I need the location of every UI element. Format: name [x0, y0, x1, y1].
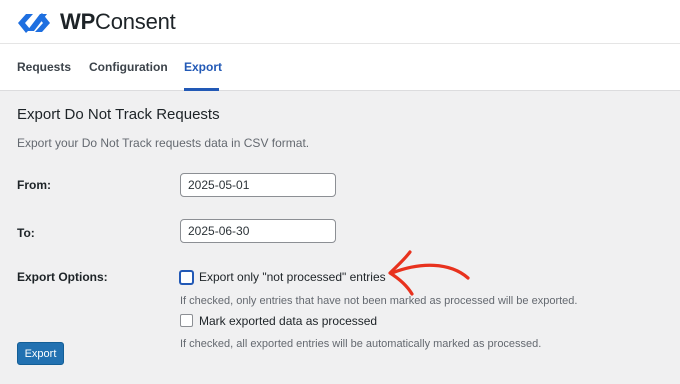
tab-bar: Requests Configuration Export — [0, 44, 680, 91]
page-description: Export your Do Not Track requests data i… — [17, 136, 310, 150]
mark-processed-help: If checked, all exported entries will be… — [180, 338, 542, 350]
not-processed-checkbox[interactable] — [180, 271, 193, 284]
export-panel: Export Do Not Track Requests Export your… — [0, 92, 680, 384]
export-options-label: Export Options: — [17, 270, 108, 284]
to-date-input[interactable] — [180, 219, 336, 243]
not-processed-help: If checked, only entries that have not b… — [180, 295, 578, 307]
not-processed-label[interactable]: Export only "not processed" entries — [199, 270, 386, 284]
tab-configuration[interactable]: Configuration — [89, 60, 168, 74]
to-label: To: — [17, 226, 35, 240]
mark-processed-checkbox[interactable] — [180, 314, 193, 327]
page-title: Export Do Not Track Requests — [17, 106, 220, 123]
export-button[interactable]: Export — [17, 342, 64, 365]
wpconsent-logo-icon — [18, 13, 50, 33]
tab-export[interactable]: Export — [184, 60, 222, 74]
mark-processed-label[interactable]: Mark exported data as processed — [199, 314, 377, 328]
from-label: From: — [17, 178, 51, 192]
active-tab-indicator — [184, 88, 219, 91]
app-header: WPConsent — [0, 0, 680, 44]
brand-name: WPConsent — [60, 9, 176, 34]
from-date-input[interactable] — [180, 173, 336, 197]
hand-drawn-arrow-icon — [388, 250, 470, 296]
tab-requests[interactable]: Requests — [17, 60, 71, 74]
